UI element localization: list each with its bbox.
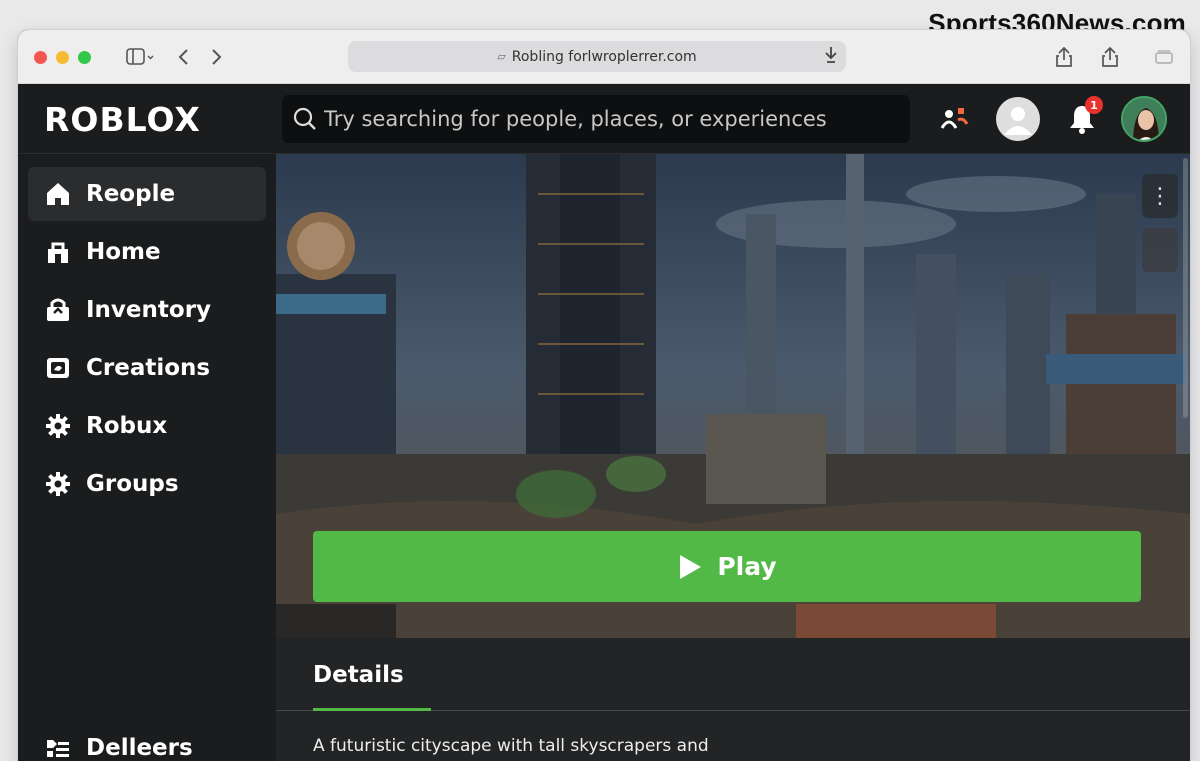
- sidebar-item-label: Groups: [86, 471, 179, 497]
- tab-details[interactable]: Details: [313, 662, 404, 688]
- play-icon: [680, 554, 702, 579]
- search-icon: [293, 107, 316, 130]
- profile-avatar: [996, 97, 1040, 141]
- tabs-icon[interactable]: [1152, 45, 1176, 69]
- friends-icon[interactable]: [932, 96, 978, 142]
- browser-toolbar: ▱ Robling forlwroplerrer.com: [18, 30, 1190, 84]
- main-content: ⋮ Play Details A futuristic cityscape wi…: [276, 154, 1190, 761]
- share-icon[interactable]: [1052, 45, 1076, 69]
- gear-icon: [44, 470, 72, 498]
- address-bar-text: Robling forlwroplerrer.com: [511, 48, 697, 65]
- sidebar-item-groups[interactable]: Groups: [28, 457, 266, 511]
- search-bar[interactable]: [282, 95, 910, 143]
- user-avatar[interactable]: [1121, 96, 1167, 142]
- sidebar-item-label: Reople: [86, 181, 176, 207]
- home-icon: [44, 180, 72, 208]
- active-tab-indicator: [313, 708, 431, 711]
- address-bar[interactable]: ▱ Robling forlwroplerrer.com: [348, 41, 846, 72]
- avatar-image: [1121, 96, 1167, 142]
- minimize-window-button[interactable]: [56, 51, 69, 64]
- creations-icon: [44, 354, 72, 382]
- sidebar-item-label: Delleers: [86, 735, 193, 761]
- experience-description: A futuristic cityscape with tall skyscra…: [313, 736, 709, 756]
- left-navigation: Reople Home Inventory Creations Robux Gr…: [18, 154, 276, 761]
- more-options-icon[interactable]: ⋮: [1142, 174, 1178, 218]
- profile-icon[interactable]: [995, 96, 1041, 142]
- experience-thumbnail: ⋮ Play: [276, 154, 1190, 638]
- list-icon: [44, 734, 72, 761]
- side-panel-tab[interactable]: [1142, 228, 1178, 272]
- inventory-icon: [44, 296, 72, 324]
- sidebar-item-label: Robux: [86, 413, 168, 439]
- share-icon[interactable]: [1098, 45, 1122, 69]
- window-controls: [34, 51, 91, 64]
- notification-badge: 1: [1085, 96, 1103, 114]
- sidebar-item-label: Creations: [86, 355, 211, 381]
- sidebar-item-home[interactable]: Home: [28, 225, 266, 279]
- sidebar-item-inventory[interactable]: Inventory: [28, 283, 266, 337]
- site-header: ROBLOX 1: [18, 84, 1190, 154]
- back-arrow-icon[interactable]: [172, 45, 196, 69]
- close-window-button[interactable]: [34, 51, 47, 64]
- play-button[interactable]: Play: [313, 531, 1141, 602]
- scrollbar[interactable]: [1183, 158, 1188, 418]
- gear-icon: [44, 412, 72, 440]
- notifications-bell-icon[interactable]: 1: [1059, 96, 1105, 142]
- search-input[interactable]: [324, 107, 884, 131]
- sidebar-item-creations[interactable]: Creations: [28, 341, 266, 395]
- download-icon[interactable]: [824, 46, 838, 68]
- play-button-label: Play: [717, 552, 777, 581]
- browser-window: ▱ Robling forlwroplerrer.com ROBLOX Try …: [18, 30, 1190, 761]
- sidebar-item-delleers[interactable]: Delleers: [28, 721, 266, 761]
- store-icon: [44, 238, 72, 266]
- sidebar-item-label: Inventory: [86, 297, 212, 323]
- lock-icon: ▱: [497, 50, 506, 63]
- roblox-logo[interactable]: ROBLOX: [44, 100, 201, 139]
- sidebar-toggle-icon[interactable]: [124, 45, 156, 69]
- forward-arrow-icon[interactable]: [204, 45, 228, 69]
- zoom-window-button[interactable]: [78, 51, 91, 64]
- screenshot-stage: Sports360News.com ▱ Robling forlwroplerr…: [0, 0, 1200, 761]
- sidebar-item-label: Home: [86, 239, 161, 265]
- sidebar-item-robux[interactable]: Robux: [28, 399, 266, 453]
- sidebar-item-reople[interactable]: Reople: [28, 167, 266, 221]
